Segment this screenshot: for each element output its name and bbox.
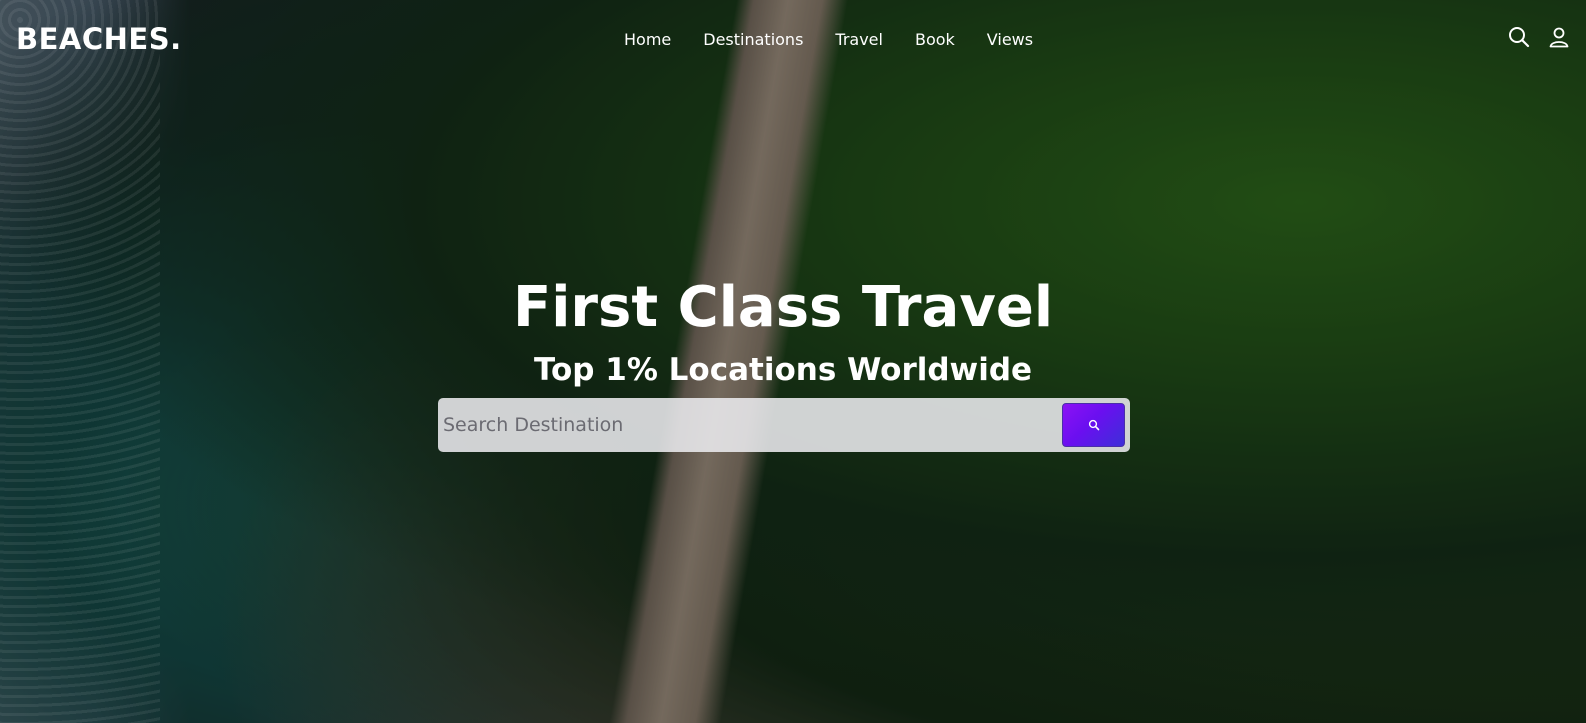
nav-link-destinations[interactable]: Destinations [703,30,803,49]
search-destination-input[interactable] [438,398,1058,452]
nav-link-travel[interactable]: Travel [835,30,883,49]
hero-content: First Class Travel Top 1% Locations Worl… [0,272,1566,390]
hero-title: First Class Travel [512,275,1054,340]
user-icon[interactable] [1548,26,1570,48]
search-button[interactable] [1062,403,1125,447]
main-nav: Home Destinations Travel Book Views [624,30,1033,49]
search-icon [1088,416,1100,435]
search-bar [438,398,1130,452]
hero-subtitle: Top 1% Locations Worldwide [533,352,1033,388]
search-icon[interactable] [1508,26,1530,48]
nav-link-home[interactable]: Home [624,30,671,49]
hero-section: BEACHES. Home Destinations Travel Book V… [0,0,1586,723]
site-logo[interactable]: BEACHES. [16,22,182,56]
header-icons [1508,26,1570,48]
nav-link-views[interactable]: Views [987,30,1033,49]
nav-link-book[interactable]: Book [915,30,955,49]
